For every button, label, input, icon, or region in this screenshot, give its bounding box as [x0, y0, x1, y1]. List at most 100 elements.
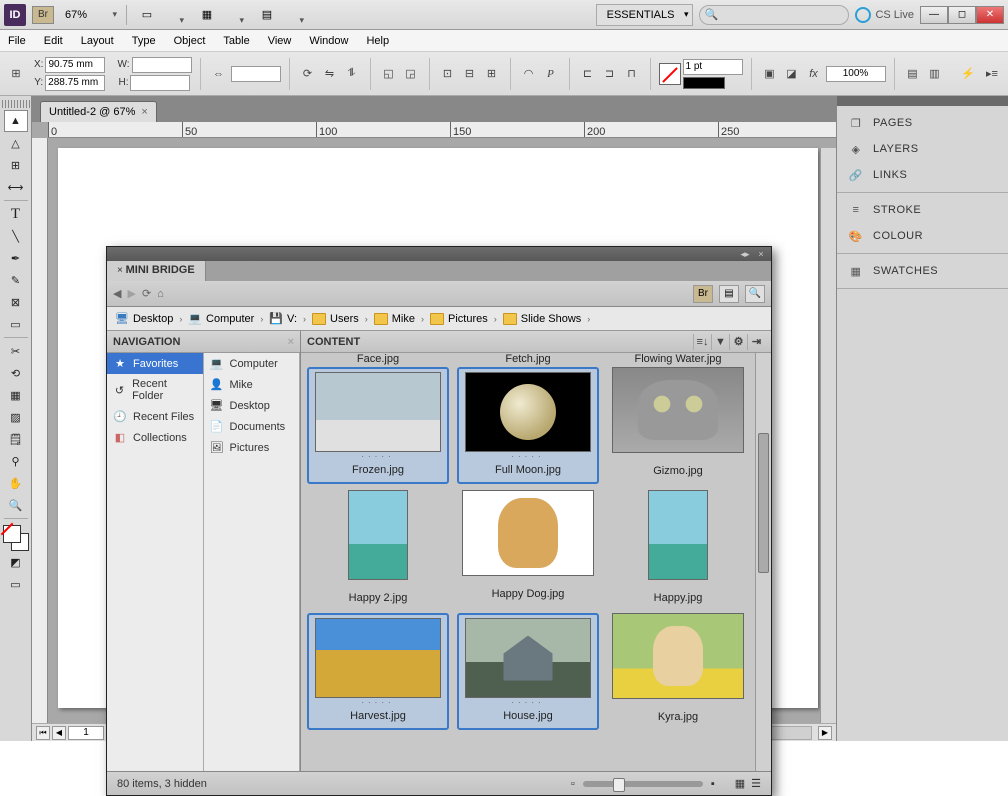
zoom-dropdown[interactable]: 67%	[60, 6, 120, 24]
type-tool[interactable]: T	[4, 203, 28, 225]
zoom-in-icon[interactable]: ▪	[711, 778, 715, 790]
center-content-icon[interactable]: ⊞	[482, 64, 502, 84]
panel-links[interactable]: 🔗LINKS	[837, 162, 1008, 188]
nav-favorites[interactable]: ★Favorites	[107, 353, 203, 374]
menu-file[interactable]: File	[8, 35, 26, 47]
menu-type[interactable]: Type	[132, 35, 156, 47]
effects-icon[interactable]: ▣	[760, 64, 780, 84]
scroll-right-button[interactable]: ▶	[818, 726, 832, 740]
menu-layout[interactable]: Layout	[81, 35, 114, 47]
scale-x-input[interactable]	[231, 66, 281, 82]
vertical-scrollbar[interactable]	[820, 148, 836, 723]
place-icon[interactable]: ⇥	[747, 334, 765, 350]
mb-scrollbar[interactable]	[755, 353, 771, 771]
fit-content-icon[interactable]: ⊡	[438, 64, 458, 84]
page-tool[interactable]: ⊞	[4, 154, 28, 176]
thumb-happy[interactable]: Happy.jpg	[607, 490, 749, 607]
mb-close-icon[interactable]: ×	[755, 249, 767, 259]
mb-tab[interactable]: MINI BRIDGE	[107, 261, 206, 281]
mb-back-button[interactable]: ◀	[113, 287, 121, 300]
thumb-frozen[interactable]: ·····Frozen.jpg	[307, 367, 449, 484]
screen-mode-dropdown[interactable]	[167, 12, 187, 18]
sort-icon[interactable]: ≡↓	[693, 334, 711, 350]
search-input[interactable]	[699, 5, 849, 25]
close-button[interactable]: ✕	[976, 6, 1004, 24]
arrange-dropdown[interactable]	[227, 12, 247, 18]
close-tab-icon[interactable]: ×	[141, 106, 147, 118]
gradient-feather-tool[interactable]: ▨	[4, 406, 28, 428]
selection-tool[interactable]: ▲	[4, 110, 28, 132]
align-center-icon[interactable]: ⊐	[600, 64, 620, 84]
select-container-icon[interactable]: ◱	[379, 64, 399, 84]
mb-titlebar[interactable]: ◂▸ ×	[107, 247, 771, 261]
mb-reload-icon[interactable]: ⟳	[142, 287, 151, 300]
pen-tool[interactable]: ✒	[4, 247, 28, 269]
opacity-input[interactable]	[826, 66, 886, 82]
control-menu-icon[interactable]: ▸≡	[982, 64, 1002, 84]
thumb-gizmo[interactable]: Gizmo.jpg	[607, 367, 749, 484]
menu-window[interactable]: Window	[309, 35, 348, 47]
thumb-fullmoon[interactable]: ·····Full Moon.jpg	[457, 367, 599, 484]
nav-recent-folder[interactable]: ↺Recent Folder	[107, 374, 203, 406]
nav-collections[interactable]: ◧Collections	[107, 427, 203, 448]
page-number-input[interactable]	[68, 726, 104, 740]
nav-desktop[interactable]: 🖥Desktop	[204, 395, 300, 416]
view-thumbnails-icon[interactable]: ▦	[735, 777, 745, 790]
apply-color-icon[interactable]: ◩	[4, 551, 28, 573]
nav-mike[interactable]: 👤Mike	[204, 374, 300, 395]
fill-swatch[interactable]	[659, 63, 681, 85]
dock-grip[interactable]	[837, 96, 1008, 106]
view-list-icon[interactable]: ☰	[751, 777, 761, 790]
mb-home-icon[interactable]: ⌂	[157, 288, 164, 300]
minimize-button[interactable]: —	[920, 6, 948, 24]
mb-forward-button[interactable]: ▶	[127, 287, 135, 300]
flip-v-icon[interactable]: ⥮	[342, 64, 362, 84]
h-input[interactable]	[130, 75, 190, 91]
view-options-icon[interactable]: ▤	[253, 4, 281, 26]
panel-colour[interactable]: 🎨COLOUR	[837, 223, 1008, 249]
eyedropper-tool[interactable]: ⚲	[4, 450, 28, 472]
nav-recent-files[interactable]: 🕘Recent Files	[107, 406, 203, 427]
rotate-icon[interactable]: ⟳	[298, 64, 318, 84]
nav-documents[interactable]: 📄Documents	[204, 416, 300, 437]
bridge-icon[interactable]: Br	[32, 6, 54, 24]
arrange-docs-icon[interactable]: ▦	[193, 4, 221, 26]
flip-h-icon[interactable]: ⇋	[320, 64, 340, 84]
zoom-tool[interactable]: 🔍	[4, 494, 28, 516]
scale-x-icon[interactable]: ⇔	[209, 64, 229, 84]
gap-tool[interactable]: ⟷	[4, 176, 28, 198]
nav-computer[interactable]: 💻Computer	[204, 353, 300, 374]
crumb-mike[interactable]: Mike	[372, 313, 417, 325]
free-transform-tool[interactable]: ⟲	[4, 362, 28, 384]
panel-swatches[interactable]: ▦SWATCHES	[837, 258, 1008, 284]
rectangle-frame-tool[interactable]: ⊠	[4, 291, 28, 313]
mb-thumbnail-grid[interactable]: Face.jpg Fetch.jpg Flowing Water.jpg ···…	[301, 353, 755, 771]
w-input[interactable]	[132, 57, 192, 73]
direct-selection-tool[interactable]: △	[4, 132, 28, 154]
align-left-icon[interactable]: ⊏	[578, 64, 598, 84]
mb-search-button[interactable]: 🔍	[745, 285, 765, 303]
hand-tool[interactable]: ✋	[4, 472, 28, 494]
crumb-drive[interactable]: 💾V:	[267, 312, 299, 325]
select-content-icon[interactable]: ◲	[401, 64, 421, 84]
screen-mode-icon[interactable]: ▭	[133, 4, 161, 26]
corners-icon[interactable]: ◠	[519, 64, 539, 84]
crumb-pictures[interactable]: Pictures	[428, 313, 490, 325]
line-tool[interactable]: ╲	[4, 225, 28, 247]
stroke-style-swatch[interactable]	[683, 77, 725, 89]
prev-page-button[interactable]: ◀	[52, 726, 66, 740]
workspace-switcher[interactable]: ESSENTIALS	[596, 4, 694, 26]
fx-icon[interactable]: fx	[804, 64, 824, 84]
thumb-house[interactable]: ·····House.jpg	[457, 613, 599, 730]
crumb-slideshows[interactable]: Slide Shows	[501, 313, 584, 325]
thumb-happy2[interactable]: Happy 2.jpg	[307, 490, 449, 607]
panel-pages[interactable]: ❐PAGES	[837, 110, 1008, 136]
p-icon[interactable]: P	[541, 64, 561, 84]
text-wrap2-icon[interactable]: ▥	[925, 64, 945, 84]
reference-point-icon[interactable]: ⊞	[6, 64, 26, 84]
crumb-computer[interactable]: 💻Computer	[186, 312, 256, 325]
mb-bridge-button[interactable]: Br	[693, 285, 713, 303]
thumb-happydog[interactable]: Happy Dog.jpg	[457, 490, 599, 607]
y-input[interactable]	[45, 75, 105, 91]
menu-object[interactable]: Object	[174, 35, 206, 47]
